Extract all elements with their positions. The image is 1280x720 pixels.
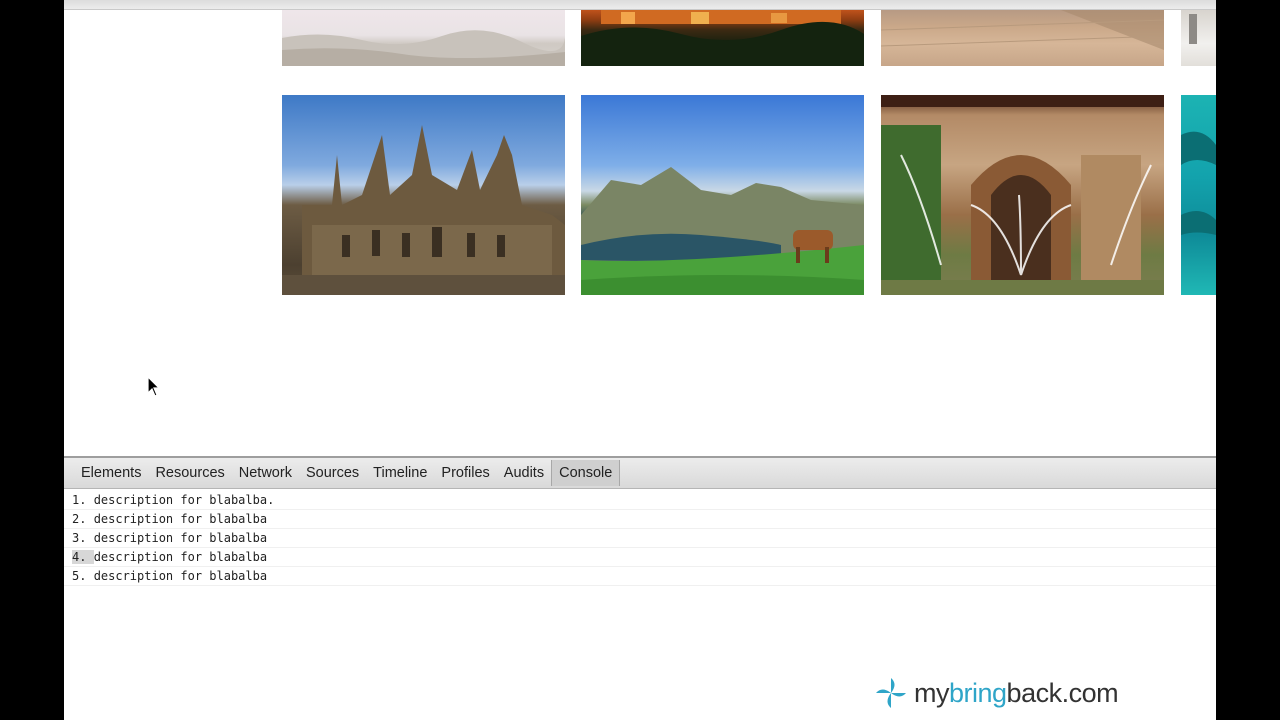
mouse-cursor-icon xyxy=(147,375,161,403)
browser-viewport: Elements Resources Network Sources Timel… xyxy=(64,0,1216,720)
console-line[interactable]: 5. description for blabalba xyxy=(64,567,1216,586)
gallery-image-moorish-palace[interactable] xyxy=(881,95,1164,295)
devtools-tabbar: Elements Resources Network Sources Timel… xyxy=(64,456,1216,489)
console-output[interactable]: 1. description for blabalba. 2. descript… xyxy=(64,489,1216,586)
pinwheel-icon xyxy=(876,678,906,708)
console-line[interactable]: 2. description for blabalba xyxy=(64,510,1216,529)
gallery-image-sunset-fortress[interactable] xyxy=(581,10,864,66)
gallery-image-snowy-landscape[interactable] xyxy=(282,10,565,66)
line-number: 3. xyxy=(72,531,94,545)
tab-sources[interactable]: Sources xyxy=(299,461,366,485)
line-text: description for blabalba xyxy=(93,512,268,526)
gallery-image-turquoise-water[interactable] xyxy=(1181,95,1216,295)
tab-resources[interactable]: Resources xyxy=(148,461,231,485)
gallery-image-mountain-lake[interactable] xyxy=(581,95,864,295)
tab-network[interactable]: Network xyxy=(232,461,299,485)
gallery-page xyxy=(64,10,1216,456)
tab-timeline[interactable]: Timeline xyxy=(366,461,434,485)
line-number: 1. xyxy=(72,493,94,507)
line-text: description for blabalba. xyxy=(93,493,275,507)
gallery-image-plaza-steps[interactable] xyxy=(881,10,1164,66)
console-line[interactable]: 4. description for blabalba xyxy=(64,548,1216,567)
tab-audits[interactable]: Audits xyxy=(497,461,551,485)
console-line[interactable]: 1. description for blabalba. xyxy=(64,491,1216,510)
watermark-text: mybringback.com xyxy=(914,677,1119,708)
line-text: description for blabalba xyxy=(93,531,268,545)
line-text: description for blabalba xyxy=(93,550,268,564)
line-number: 5. xyxy=(72,569,94,583)
browser-chrome-edge xyxy=(64,0,1216,10)
line-text: description for blabalba xyxy=(93,569,268,583)
tab-console[interactable]: Console xyxy=(551,460,621,486)
line-number-selected: 4. xyxy=(72,550,94,564)
console-line[interactable]: 3. description for blabalba xyxy=(64,529,1216,548)
gallery-image-partial[interactable] xyxy=(1181,10,1216,66)
gallery-image-gothic-cathedral[interactable] xyxy=(282,95,565,295)
tab-elements[interactable]: Elements xyxy=(74,461,148,485)
watermark-logo: mybringback.com xyxy=(874,676,1119,710)
tab-profiles[interactable]: Profiles xyxy=(434,461,496,485)
line-number: 2. xyxy=(72,512,94,526)
